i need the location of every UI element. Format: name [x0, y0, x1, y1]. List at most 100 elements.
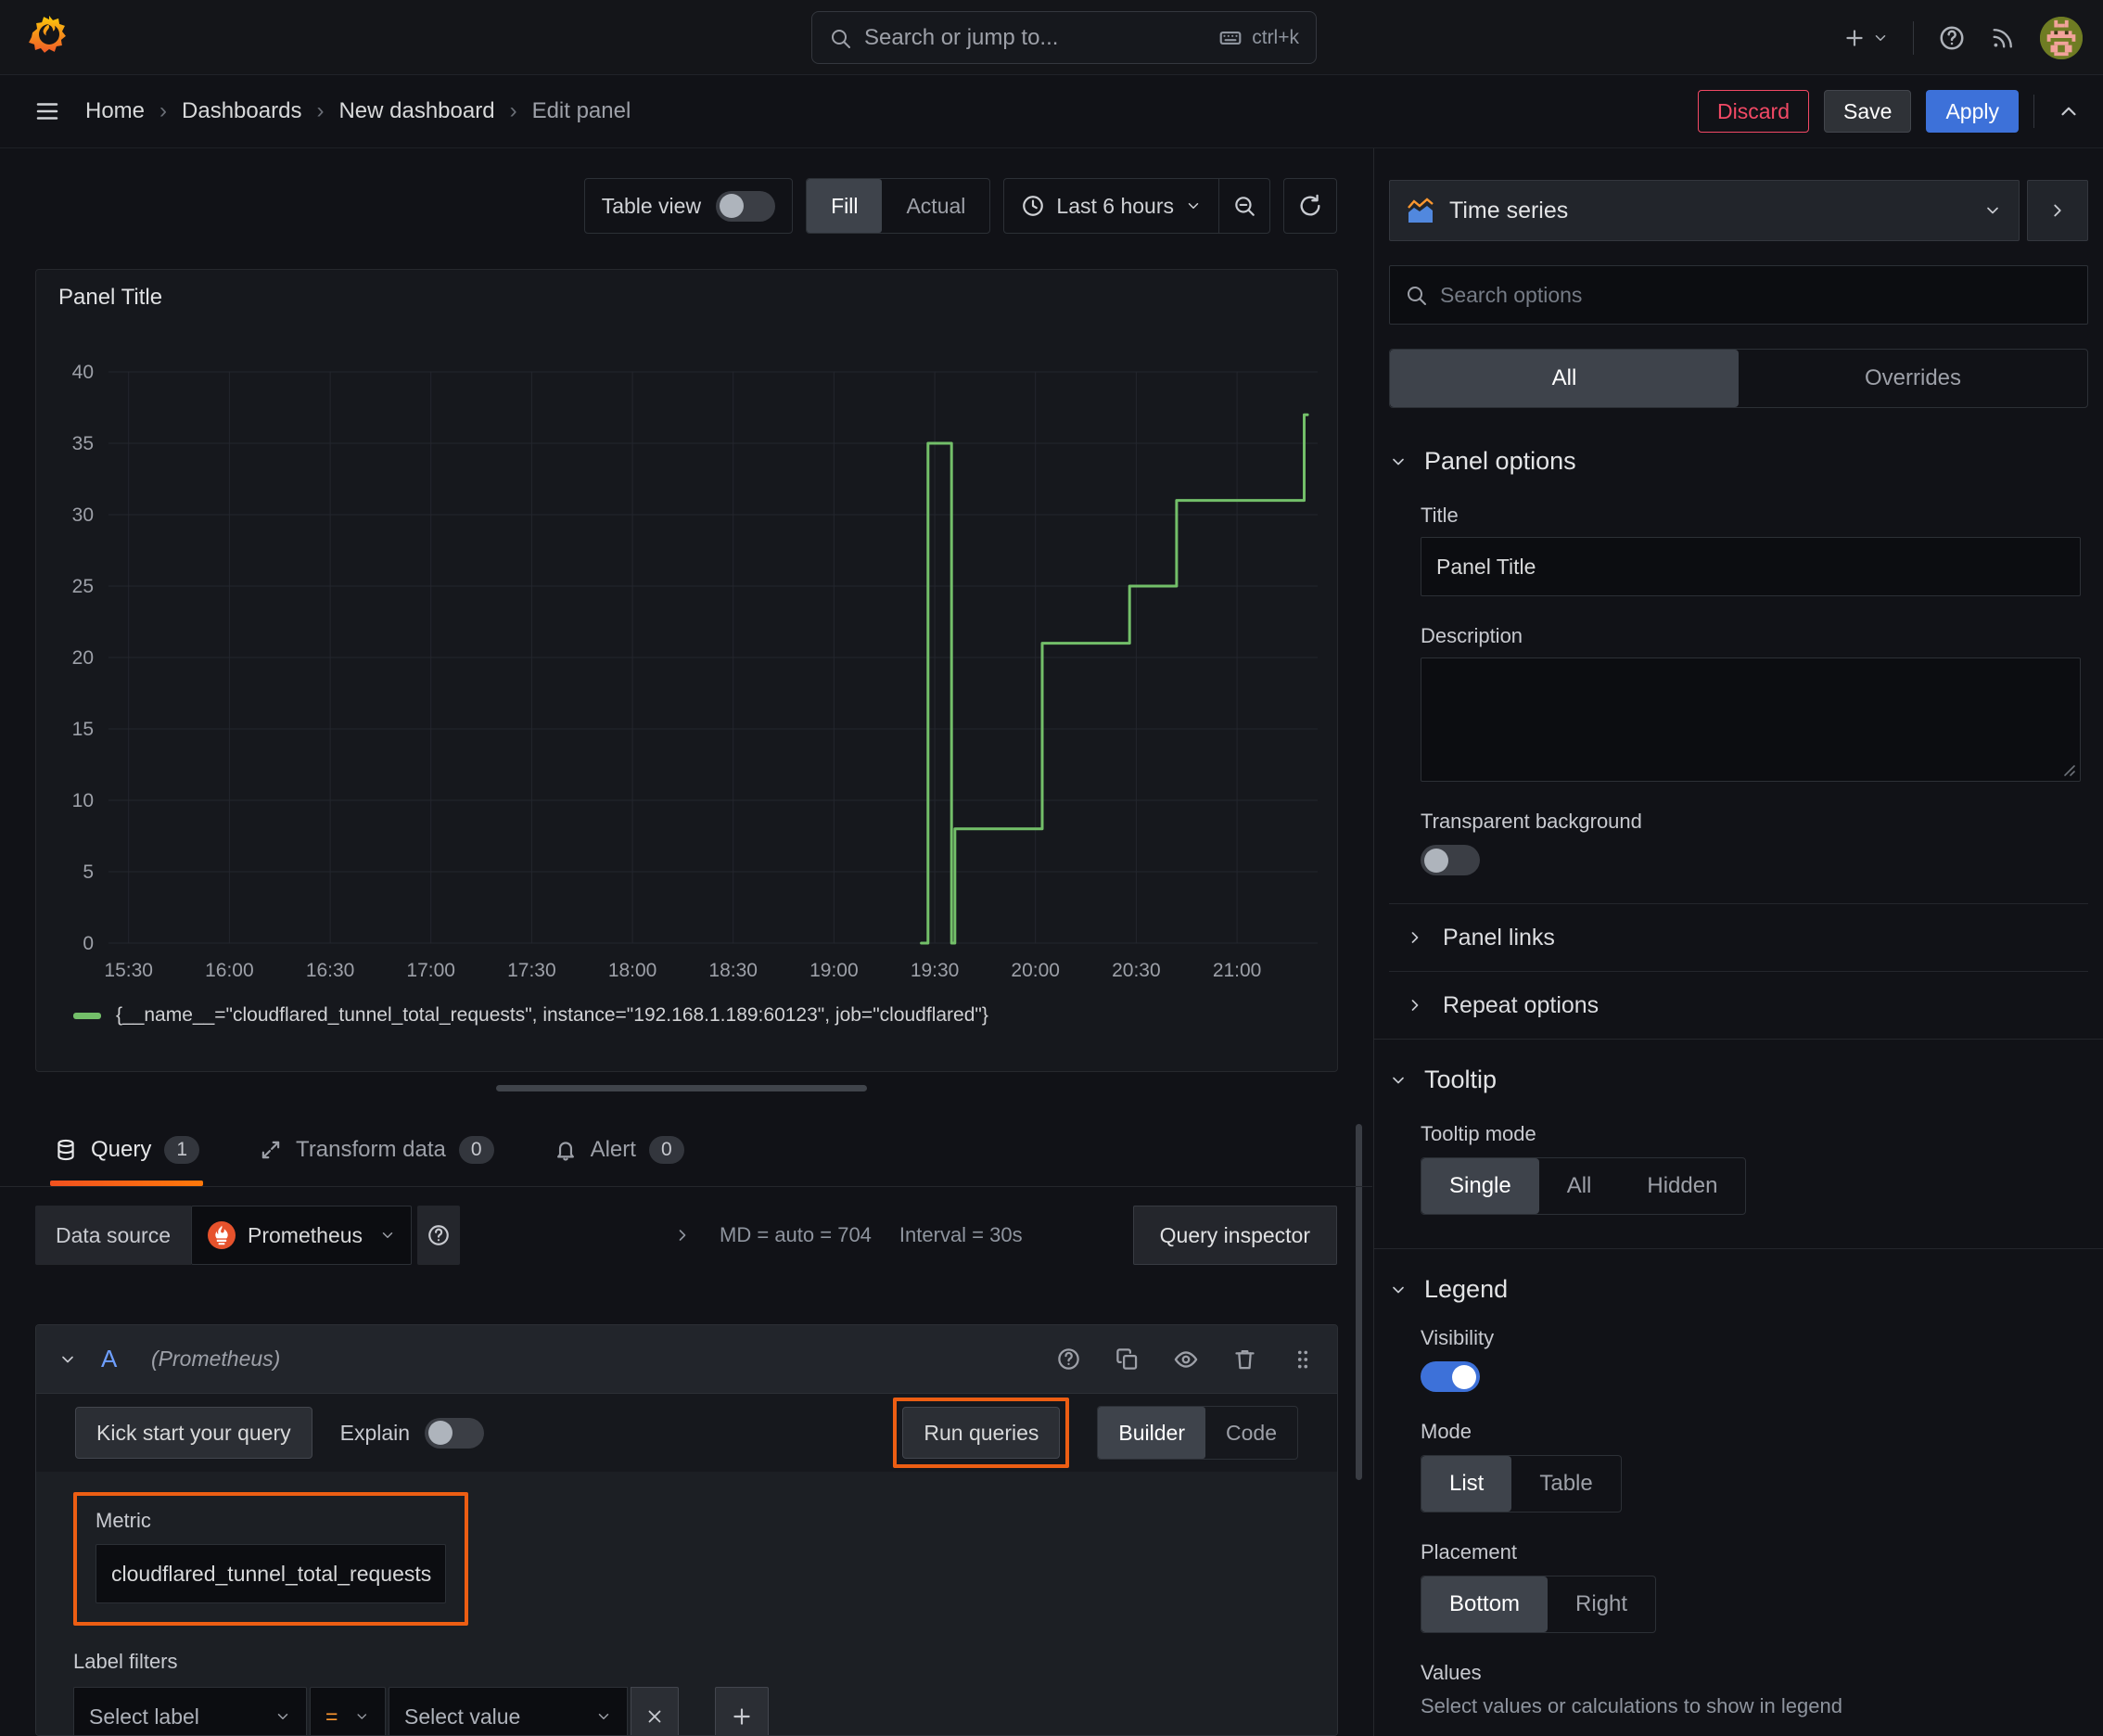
label-filters-label: Label filters	[73, 1650, 178, 1673]
drag-query-handle[interactable]	[1291, 1347, 1315, 1372]
metric-select[interactable]: cloudflared_tunnel_total_requests	[96, 1544, 446, 1603]
breadcrumb-home[interactable]: Home	[85, 98, 145, 124]
panel-title-input-wrap[interactable]	[1421, 537, 2081, 596]
breadcrumb: Home › Dashboards › New dashboard › Edit…	[85, 98, 631, 124]
chevron-down-icon	[1393, 1077, 1404, 1083]
legend-placement-right[interactable]: Right	[1548, 1576, 1655, 1632]
tab-overrides[interactable]: Overrides	[1739, 350, 2087, 407]
legend-mode-label: Mode	[1421, 1420, 1472, 1443]
tooltip-section-header[interactable]: Tooltip	[1389, 1066, 2088, 1094]
kick-start-button[interactable]: Kick start your query	[75, 1407, 312, 1459]
transform-icon	[261, 1141, 280, 1158]
toggle-viz-suggestions-button[interactable]	[2027, 180, 2088, 241]
collapse-options-button[interactable]	[2057, 99, 2081, 123]
search-icon	[1408, 287, 1426, 305]
query-inspector-button[interactable]: Query inspector	[1132, 1206, 1337, 1265]
global-search-input[interactable]: Search or jump to... ctrl+k	[811, 11, 1317, 64]
datasource-select[interactable]: Prometheus	[191, 1206, 413, 1265]
resize-corner-icon[interactable]	[2061, 762, 2076, 777]
svg-text:20: 20	[72, 647, 94, 669]
tab-transform[interactable]: Transform data 0	[259, 1113, 494, 1186]
transparent-background-toggle[interactable]	[1421, 845, 1480, 875]
grafana-logo-icon[interactable]	[28, 13, 70, 61]
query-toolbar: Kick start your query Explain Run querie…	[36, 1394, 1337, 1472]
legend-swatch[interactable]	[73, 1012, 101, 1019]
discard-button[interactable]: Discard	[1698, 90, 1810, 133]
fill-option[interactable]: Fill	[807, 179, 883, 233]
help-button[interactable]	[1938, 24, 1966, 52]
svg-text:21:00: 21:00	[1213, 960, 1262, 981]
run-queries-button[interactable]: Run queries	[902, 1407, 1061, 1459]
duplicate-query-button[interactable]	[1115, 1347, 1140, 1372]
add-new-button[interactable]	[1842, 26, 1889, 50]
time-range-picker: Last 6 hours	[1003, 178, 1270, 234]
user-avatar[interactable]	[2040, 16, 2083, 59]
builder-option[interactable]: Builder	[1098, 1407, 1206, 1459]
tab-query[interactable]: Query 1	[49, 1113, 204, 1186]
legend-series-label[interactable]: {__name__="cloudflared_tunnel_total_requ…	[116, 1004, 988, 1027]
select-label-dropdown[interactable]: Select label	[73, 1687, 307, 1735]
transparent-background-label: Transparent background	[1421, 810, 1642, 833]
description-textarea-wrap[interactable]	[1421, 657, 2081, 782]
tooltip-mode-hidden[interactable]: Hidden	[1619, 1158, 1745, 1214]
edit-panel-main: Table view Fill Actual Last 6 hours Pane…	[0, 148, 1372, 1736]
remove-query-button[interactable]	[1232, 1347, 1257, 1372]
copy-icon	[1116, 1348, 1138, 1370]
query-ref-id[interactable]: A	[101, 1345, 151, 1373]
breadcrumb-bar: Home › Dashboards › New dashboard › Edit…	[0, 75, 2103, 148]
breadcrumb-dashboards[interactable]: Dashboards	[182, 98, 301, 124]
code-option[interactable]: Code	[1205, 1407, 1297, 1459]
legend-section-header[interactable]: Legend	[1389, 1275, 2088, 1304]
svg-text:15:30: 15:30	[104, 960, 153, 981]
remove-filter-button[interactable]	[631, 1687, 679, 1735]
tab-transform-label: Transform data	[296, 1136, 446, 1162]
legend-mode-list[interactable]: List	[1421, 1456, 1512, 1512]
query-builder-area: Metric cloudflared_tunnel_total_requests…	[36, 1472, 1337, 1735]
operator-value: =	[325, 1704, 338, 1729]
breadcrumb-new-dashboard[interactable]: New dashboard	[338, 98, 494, 124]
timeseries-chart[interactable]: 0 5 10 15 20 25 30 35 40 15:30 16:00 16:30 17:00 17:3…	[51, 359, 1323, 986]
tab-alert[interactable]: Alert 0	[554, 1113, 684, 1186]
menu-toggle-button[interactable]	[33, 97, 61, 125]
collapse-query-button[interactable]	[58, 1350, 77, 1369]
news-rss-button[interactable]	[1990, 25, 2016, 51]
chevron-down-icon	[277, 1714, 288, 1719]
query-stats: MD = auto = 704 Interval = 30s	[673, 1223, 1023, 1247]
legend-placement-bottom[interactable]: Bottom	[1421, 1576, 1549, 1632]
add-filter-button[interactable]	[715, 1687, 769, 1735]
legend-mode-table[interactable]: Table	[1511, 1456, 1620, 1512]
zoom-out-time-button[interactable]	[1218, 179, 1269, 233]
query-section-tabs: Query 1 Transform data 0 Alert 0	[0, 1113, 1372, 1187]
apply-button[interactable]: Apply	[1926, 90, 2019, 133]
operator-dropdown[interactable]: =	[310, 1687, 386, 1735]
panel-options-section-header[interactable]: Panel options	[1389, 447, 2088, 476]
select-value-dropdown[interactable]: Select value	[389, 1687, 628, 1735]
options-search-input[interactable]	[1389, 265, 2088, 325]
svg-text:30: 30	[72, 504, 94, 526]
legend-visibility-toggle[interactable]	[1421, 1361, 1480, 1392]
svg-text:20:30: 20:30	[1112, 960, 1161, 981]
datasource-help-button[interactable]	[417, 1206, 461, 1265]
table-view-control: Table view	[583, 178, 794, 234]
repeat-options-section[interactable]: Repeat options	[1406, 972, 2088, 1039]
explain-toggle[interactable]	[425, 1417, 485, 1449]
time-range-button[interactable]: Last 6 hours	[1004, 179, 1218, 233]
save-button[interactable]: Save	[1824, 90, 1912, 133]
visualization-picker[interactable]: Time series	[1389, 180, 2020, 241]
options-scope-segmented: All Overrides	[1389, 349, 2088, 408]
options-search-field[interactable]	[1440, 282, 2072, 308]
tooltip-mode-all[interactable]: All	[1539, 1158, 1620, 1214]
description-field[interactable]	[1421, 658, 2080, 781]
breadcrumb-edit-panel: Edit panel	[531, 98, 631, 123]
pane-resize-handle[interactable]	[496, 1085, 867, 1091]
tooltip-mode-single[interactable]: Single	[1421, 1158, 1539, 1214]
tab-all-options[interactable]: All	[1390, 350, 1739, 407]
keyboard-icon	[1218, 26, 1243, 50]
panel-title-field[interactable]	[1436, 554, 2065, 580]
hide-query-button[interactable]	[1173, 1347, 1199, 1372]
panel-links-section[interactable]: Panel links	[1406, 904, 2088, 971]
query-help-button[interactable]	[1056, 1347, 1081, 1372]
table-view-toggle[interactable]	[716, 190, 776, 222]
actual-option[interactable]: Actual	[882, 179, 989, 233]
refresh-button[interactable]	[1283, 178, 1337, 234]
